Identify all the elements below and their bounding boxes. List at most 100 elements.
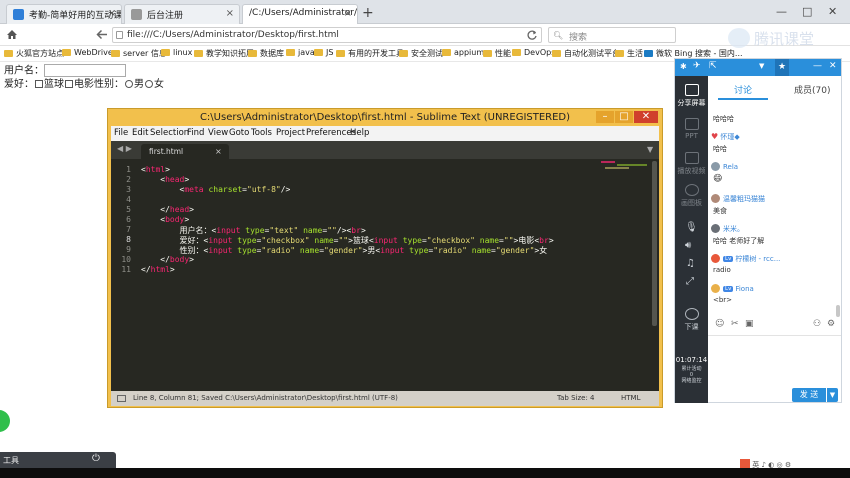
image-icon[interactable]: ▣ <box>745 319 754 329</box>
end-class-button[interactable]: 下课 <box>675 308 708 332</box>
pin-panel-icon[interactable]: ★ <box>775 59 789 76</box>
hobby-gender-row: 爱好： 篮球 电影性别： 男女 <box>4 78 164 91</box>
emoji-icon[interactable]: ☺ <box>715 319 724 329</box>
tab-members[interactable]: 成员(70) <box>794 83 830 96</box>
username-input[interactable] <box>44 64 126 77</box>
female-radio[interactable] <box>145 79 153 88</box>
bookmark-item[interactable]: server 信息 <box>111 48 167 59</box>
panel-toggle-icon[interactable] <box>117 395 126 402</box>
editor-scrollbar[interactable] <box>652 161 657 326</box>
tab-discussion[interactable]: 讨论 <box>734 83 752 96</box>
new-tab-button[interactable]: + <box>362 6 374 20</box>
ppt-icon <box>684 118 699 130</box>
menu-help[interactable]: Help <box>350 128 369 138</box>
menu-edit[interactable]: Edit <box>132 128 148 138</box>
power-icon[interactable]: ⏻ <box>92 453 100 464</box>
chat-input-area[interactable] <box>708 335 841 387</box>
tab-backend-register[interactable]: 后台注册 × <box>124 4 240 24</box>
maximize-button[interactable]: □ <box>802 5 812 18</box>
female-label: 女 <box>154 78 164 90</box>
line-number: 11 <box>121 265 131 274</box>
tab-size-selector[interactable]: Tab Size: 4 <box>557 394 594 402</box>
panel-minimize-icon[interactable]: — <box>813 61 822 71</box>
menu-find[interactable]: Find <box>187 128 204 138</box>
close-tab-icon[interactable]: × <box>344 8 352 19</box>
sublime-maximize-button[interactable]: □ <box>615 111 633 123</box>
basketball-checkbox[interactable] <box>35 79 43 88</box>
microphone-icon[interactable]: 🎙︎ <box>685 222 698 233</box>
bookmark-item[interactable]: appium <box>442 48 484 57</box>
ppt-button[interactable]: PPT <box>675 118 708 140</box>
line-number: 5 <box>126 205 131 214</box>
share-icon[interactable]: ⇱ <box>709 61 717 71</box>
tab-favicon-icon <box>13 9 24 20</box>
expand-icon[interactable]: ⤢ <box>686 276 694 287</box>
close-window-button[interactable]: ✕ <box>828 5 837 18</box>
bookmark-item[interactable]: 教学知识拓展 <box>194 48 254 59</box>
code-line: 性别：<input type="radio" name="gender">男<i… <box>141 246 548 255</box>
scissors-icon[interactable]: ✂ <box>731 319 739 329</box>
url-bar[interactable]: file:///C:/Users/Administrator/Desktop/f… <box>112 27 542 43</box>
bookmark-item[interactable]: 性能 <box>483 48 511 59</box>
home-icon[interactable] <box>6 29 18 40</box>
back-arrow-icon[interactable] <box>96 29 108 40</box>
bookmark-item[interactable]: java <box>286 48 315 57</box>
send-options-icon[interactable]: ▼ <box>826 388 838 402</box>
bookmark-item[interactable]: 数据库 <box>248 48 284 59</box>
menu-goto[interactable]: Goto <box>229 128 249 138</box>
music-icon[interactable]: ♫ <box>686 258 695 269</box>
bookmark-item[interactable]: 火狐官方站点 <box>4 48 64 59</box>
menu-tools[interactable]: Tools <box>251 128 272 138</box>
bookmark-item[interactable]: 有用的开发工具 <box>336 48 404 59</box>
bookmark-item[interactable]: DevOps <box>512 48 555 57</box>
watermark-text: 腾讯课堂 <box>754 30 815 48</box>
editor-tab-first-html[interactable]: first.html × <box>141 144 229 159</box>
bluetooth-icon[interactable]: ✱ <box>680 62 687 71</box>
share-screen-button[interactable]: 分享屏幕 <box>675 84 708 108</box>
chat-scrollbar[interactable] <box>836 305 840 317</box>
bookmark-item[interactable]: JS <box>314 48 333 57</box>
tab-dropdown-icon[interactable]: ▼ <box>647 145 653 154</box>
dropdown-icon[interactable]: ▼ <box>759 62 764 70</box>
movie-checkbox[interactable] <box>65 79 73 88</box>
sublime-close-button[interactable]: ✕ <box>634 111 658 123</box>
menu-selection[interactable]: Selection <box>150 128 189 138</box>
pin-icon[interactable]: ✈ <box>693 61 701 71</box>
bookmark-item[interactable]: linux <box>161 48 192 57</box>
user-manage-icon[interactable]: ⚇ <box>813 319 821 329</box>
minimize-button[interactable]: — <box>776 5 787 18</box>
bookmark-item[interactable]: 自动化测试平台 <box>552 48 620 59</box>
play-video-button[interactable]: 播放视频 <box>675 152 708 176</box>
speaker-icon[interactable]: 🔊︎ <box>685 240 691 251</box>
sublime-minimize-button[interactable]: – <box>596 111 614 123</box>
close-editor-tab-icon[interactable]: × <box>215 147 222 156</box>
bookmark-item[interactable]: 生活 <box>615 48 643 59</box>
floating-assistant-icon[interactable] <box>0 410 10 432</box>
reload-icon[interactable] <box>527 30 537 40</box>
close-tab-icon[interactable]: × <box>108 8 116 19</box>
drawing-board-button[interactable]: 画图板 <box>675 184 708 208</box>
tab-attendance[interactable]: 考勤-简单好用的互动课堂软件 × <box>6 4 122 24</box>
code-editor[interactable]: 1 2 3 4 5 6 7 8 9 10 11 <html> <head> <m… <box>111 159 659 391</box>
line-number: 1 <box>126 165 131 174</box>
menu-file[interactable]: File <box>114 128 128 138</box>
male-radio[interactable] <box>125 79 133 88</box>
code-line: <body> <box>160 215 190 224</box>
search-box[interactable]: 🔍︎ 搜索 <box>548 27 676 43</box>
tab-first-html[interactable]: /C:/Users/Administrator/Desk... × <box>242 4 358 24</box>
tray-app-icon[interactable] <box>740 459 750 468</box>
menu-project[interactable]: Project <box>276 128 305 138</box>
syntax-selector[interactable]: HTML <box>621 394 640 402</box>
send-button[interactable]: 发 送 <box>792 388 826 402</box>
menu-preferences[interactable]: Preferences <box>306 128 356 138</box>
bookmark-item[interactable]: WebDriver <box>62 48 116 57</box>
tab-nav-arrows-icon[interactable]: ◀ ▶ <box>117 144 132 153</box>
bookmark-item[interactable]: 安全测试 <box>399 48 443 59</box>
settings-gear-icon[interactable]: ⚙ <box>827 319 835 329</box>
code-minimap[interactable] <box>601 159 653 173</box>
close-tab-icon[interactable]: × <box>226 8 234 19</box>
tab-title: 后台注册 <box>147 11 184 21</box>
panel-close-icon[interactable]: ✕ <box>829 61 837 71</box>
timer-details: 累计活动 0 网络监控 <box>681 366 702 384</box>
menu-view[interactable]: View <box>208 128 228 138</box>
